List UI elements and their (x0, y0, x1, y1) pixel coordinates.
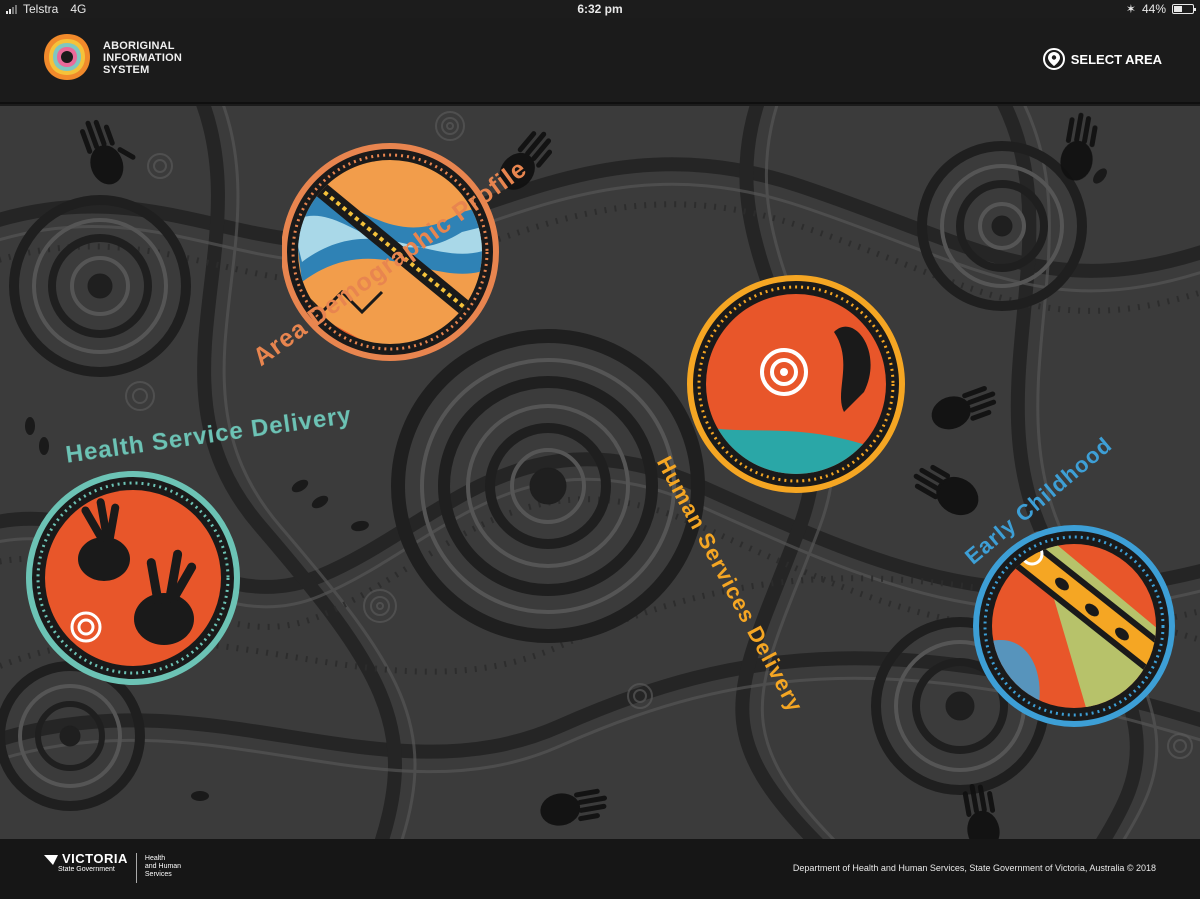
artwork-background: Area Demographic Profile Human Services … (0, 106, 1200, 839)
early-childhood-artwork-icon (973, 525, 1175, 727)
select-area-label: SELECT AREA (1070, 51, 1162, 67)
location-pin-icon (1042, 48, 1065, 70)
app-title: ABORIGINAL INFORMATION SYSTEM (103, 40, 182, 76)
clock: 6:32 pm (577, 2, 623, 16)
dhhs-label: Health and Human Services (144, 855, 182, 878)
health-service-artwork-icon (26, 471, 240, 685)
tile-early-childhood[interactable] (972, 524, 1176, 728)
victoria-map-icon (44, 854, 58, 865)
select-area-button[interactable]: SELECT AREA (1042, 48, 1162, 70)
tile-health-service-delivery[interactable] (24, 469, 242, 687)
battery-percent: 44% (1141, 2, 1166, 16)
tile-human-services-delivery[interactable] (684, 272, 908, 496)
copyright-text: Department of Health and Human Services,… (792, 863, 1156, 873)
battery-icon (1172, 4, 1196, 14)
app-logo[interactable] (42, 32, 92, 82)
victoria-government-logo[interactable]: VICTORIA State Government Health and Hum… (44, 851, 181, 883)
footer-divider (135, 853, 137, 883)
state-government-label: State Government (58, 866, 115, 873)
app-header: ABORIGINAL INFORMATION SYSTEM SELECT ARE… (0, 18, 1200, 104)
footer: VICTORIA State Government Health and Hum… (0, 839, 1200, 899)
human-services-artwork-icon (687, 275, 905, 493)
status-bar: Telstra 4G 6:32 pm ✶ 44% (0, 0, 1200, 18)
bluetooth-icon: ✶ (1125, 2, 1136, 16)
victoria-label: VICTORIA (62, 851, 128, 866)
